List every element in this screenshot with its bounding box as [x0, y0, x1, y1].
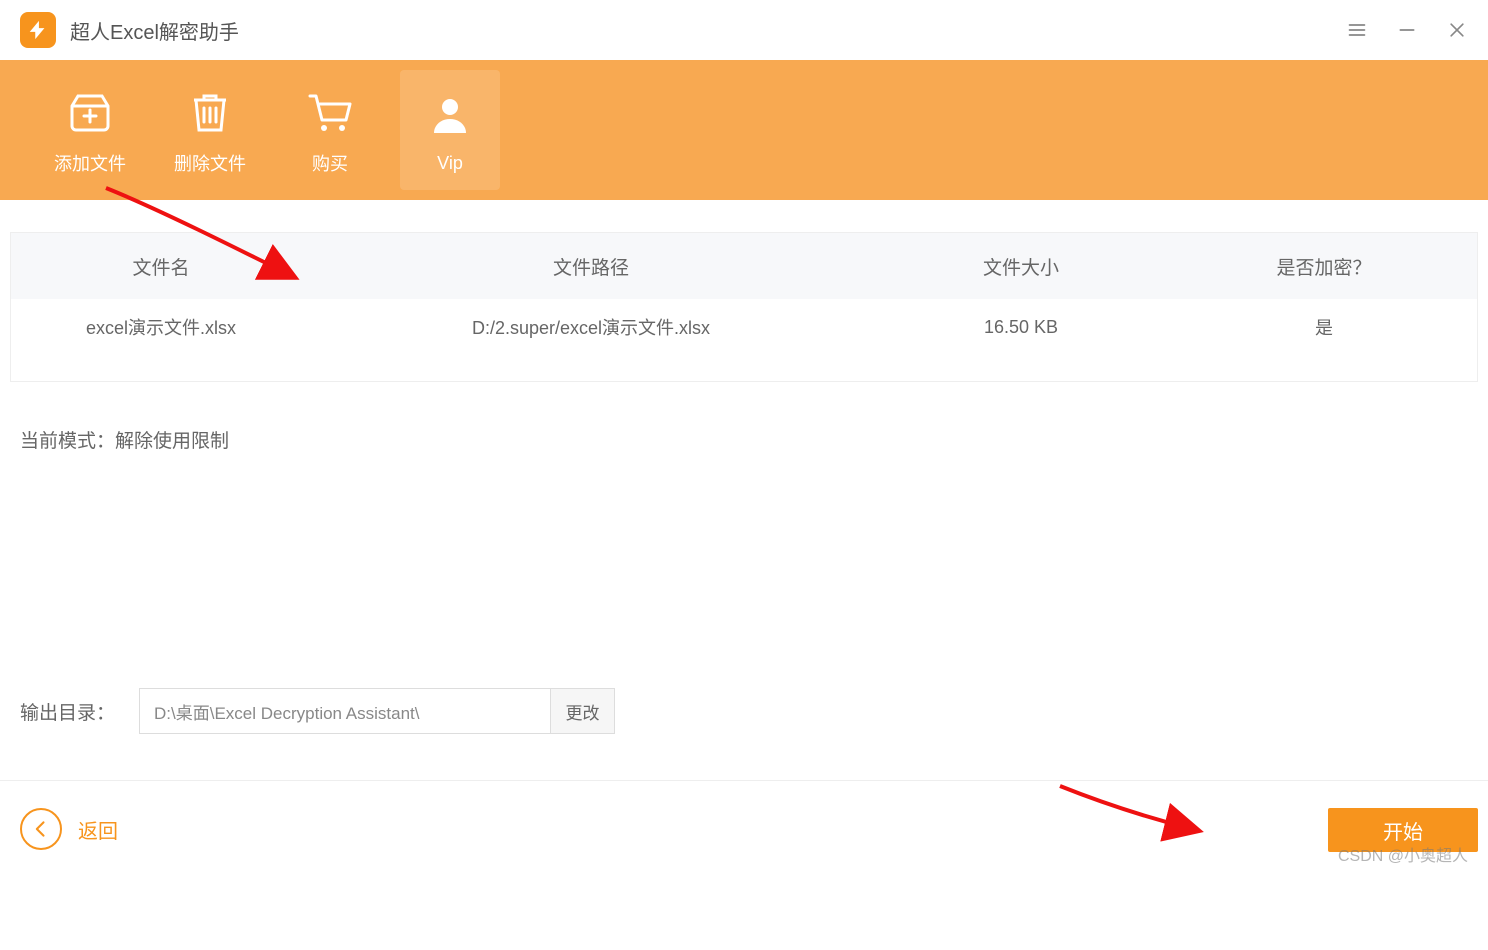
watermark: CSDN @小奥超人	[1338, 842, 1468, 866]
delete-file-button[interactable]: 删除文件	[160, 70, 260, 190]
table-row[interactable]: excel演示文件.xlsx D:/2.super/excel演示文件.xlsx…	[11, 299, 1477, 355]
titlebar: 超人Excel解密助手	[0, 0, 1488, 60]
close-icon[interactable]	[1446, 19, 1468, 41]
cell-size: 16.50 KB	[871, 317, 1171, 338]
output-box: 更改	[139, 688, 615, 734]
minimize-icon[interactable]	[1396, 19, 1418, 41]
menu-icon[interactable]	[1346, 19, 1368, 41]
vip-label: Vip	[437, 153, 463, 174]
col-header-name: 文件名	[11, 253, 311, 280]
add-file-button[interactable]: 添加文件	[40, 70, 140, 190]
table-header-row: 文件名 文件路径 文件大小 是否加密？	[11, 233, 1477, 299]
delete-file-label: 删除文件	[174, 150, 246, 176]
app-logo	[20, 12, 56, 48]
col-header-encrypted: 是否加密？	[1171, 253, 1477, 280]
back-button[interactable]: 返回	[20, 808, 118, 850]
app-title: 超人Excel解密助手	[70, 16, 239, 45]
table-body: excel演示文件.xlsx D:/2.super/excel演示文件.xlsx…	[11, 299, 1477, 381]
back-arrow-icon	[20, 808, 62, 850]
output-label: 输出目录：	[20, 698, 115, 725]
col-header-size: 文件大小	[871, 253, 1171, 280]
footer-separator	[0, 780, 1488, 781]
cell-encrypted: 是	[1171, 314, 1477, 340]
cell-path: D:/2.super/excel演示文件.xlsx	[311, 314, 871, 340]
vip-button[interactable]: Vip	[400, 70, 500, 190]
mode-label: 当前模式：	[20, 431, 115, 452]
window-controls	[1346, 19, 1468, 41]
cart-icon	[302, 84, 358, 140]
add-file-icon	[62, 84, 118, 140]
output-directory-row: 输出目录： 更改	[20, 688, 615, 734]
vip-icon	[422, 87, 478, 143]
add-file-label: 添加文件	[54, 150, 126, 176]
back-label: 返回	[78, 815, 118, 844]
delete-file-icon	[182, 84, 238, 140]
mode-value: 解除使用限制	[115, 431, 229, 452]
file-table: 文件名 文件路径 文件大小 是否加密？ excel演示文件.xlsx D:/2.…	[10, 232, 1478, 382]
cell-name: excel演示文件.xlsx	[11, 314, 311, 340]
change-dir-button[interactable]: 更改	[550, 689, 614, 733]
buy-button[interactable]: 购买	[280, 70, 380, 190]
buy-label: 购买	[312, 150, 348, 176]
output-directory-input[interactable]	[140, 689, 550, 733]
toolbar: 添加文件 删除文件 购买 Vip	[0, 60, 1488, 200]
mode-line: 当前模式：解除使用限制	[20, 426, 1488, 453]
col-header-path: 文件路径	[311, 253, 871, 280]
